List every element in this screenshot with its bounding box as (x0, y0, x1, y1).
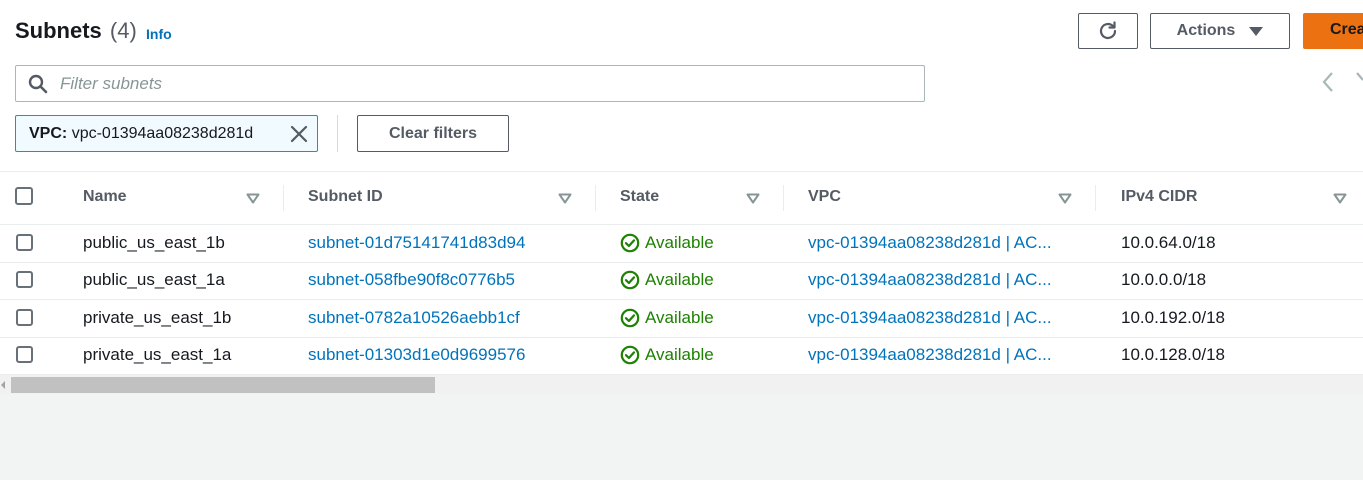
subnet-id-link[interactable]: subnet-01d75141741d83d94 (308, 233, 525, 253)
subnet-state-label: Available (645, 308, 714, 327)
vpc-link[interactable]: vpc-01394aa08238d281d | AC... (808, 345, 1072, 365)
row-checkbox[interactable] (16, 309, 33, 326)
subnet-state: Available (620, 308, 714, 328)
column-header-name[interactable]: Name (59, 172, 284, 224)
column-header-subnet-id-label: Subnet ID (308, 188, 383, 205)
ipv4-cidr: 10.0.192.0/18 (1121, 308, 1225, 327)
vpc-link[interactable]: vpc-01394aa08238d281d | AC... (808, 270, 1072, 290)
ipv4-cidr: 10.0.64.0/18 (1121, 233, 1216, 252)
info-link[interactable]: Info (146, 26, 172, 42)
page-title-text: Subnets (15, 18, 102, 43)
row-checkbox[interactable] (16, 271, 33, 288)
subnet-id-link[interactable]: subnet-0782a10526aebb1cf (308, 308, 520, 328)
column-header-subnet-id[interactable]: Subnet ID (284, 172, 596, 224)
subnet-state: Available (620, 270, 714, 290)
column-header-state-label: State (620, 188, 660, 205)
create-subnet-button[interactable]: Create subnet (1303, 13, 1363, 49)
subnet-state: Available (620, 233, 714, 253)
filter-divider (337, 115, 338, 152)
filter-token-text: VPC: vpc-01394aa08238d281d (29, 125, 253, 143)
subnet-name: public_us_east_1a (83, 270, 225, 289)
filter-token-key: VPC: (29, 125, 68, 142)
table-row[interactable]: public_us_east_1b subnet-01d75141741d83d… (0, 225, 1363, 263)
column-header-state[interactable]: State (596, 172, 784, 224)
actions-label: Actions (1176, 22, 1236, 39)
sort-down-icon (246, 193, 260, 204)
search-box (15, 65, 925, 102)
subnet-state-label: Available (645, 270, 714, 289)
column-header-vpc[interactable]: VPC (784, 172, 1096, 224)
check-circle-icon (620, 233, 640, 253)
check-circle-icon (620, 270, 640, 290)
select-all-checkbox[interactable] (15, 187, 33, 205)
chevron-right-icon[interactable] (1356, 70, 1363, 94)
subnet-id-link[interactable]: subnet-01303d1e0d9699576 (308, 345, 525, 365)
column-header-ipv4-cidr-label: IPv4 CIDR (1121, 188, 1198, 205)
sort-down-icon (1058, 193, 1072, 204)
table-row[interactable]: private_us_east_1a subnet-01303d1e0d9699… (0, 337, 1363, 375)
refresh-button[interactable] (1078, 13, 1138, 49)
clear-filters-button[interactable]: Clear filters (357, 115, 509, 152)
sort-down-icon (746, 193, 760, 204)
row-checkbox[interactable] (16, 346, 33, 363)
subnets-panel: Subnets (4) Info Actions Create subnet V… (0, 0, 1363, 394)
vpc-link[interactable]: vpc-01394aa08238d281d | AC... (808, 308, 1072, 328)
vpc-link[interactable]: vpc-01394aa08238d281d | AC... (808, 233, 1072, 253)
ipv4-cidr: 10.0.0.0/18 (1121, 270, 1207, 289)
chevron-left-icon[interactable] (1320, 70, 1336, 94)
column-header-vpc-label: VPC (808, 188, 841, 205)
search-icon (28, 74, 48, 94)
sort-down-icon (1333, 193, 1347, 204)
horizontal-scrollbar[interactable] (0, 375, 1363, 394)
table-row[interactable]: public_us_east_1a subnet-058fbe90f8c0776… (0, 262, 1363, 300)
ipv4-cidr: 10.0.128.0/18 (1121, 345, 1225, 364)
scroll-left-arrow-icon[interactable] (1, 381, 5, 389)
actions-button[interactable]: Actions (1150, 13, 1290, 49)
caret-down-icon (1249, 26, 1264, 36)
table-row[interactable]: private_us_east_1b subnet-0782a10526aebb… (0, 300, 1363, 338)
close-icon[interactable] (290, 125, 308, 143)
column-header-ipv4-cidr[interactable]: IPv4 CIDR (1096, 172, 1363, 224)
row-checkbox[interactable] (16, 234, 33, 251)
subnet-count: (4) (109, 18, 137, 43)
scrollbar-thumb[interactable] (11, 377, 435, 393)
subnet-state-label: Available (645, 233, 714, 252)
subnet-name: public_us_east_1b (83, 233, 225, 252)
check-circle-icon (620, 308, 640, 328)
refresh-icon (1099, 21, 1117, 40)
check-circle-icon (620, 345, 640, 365)
page-title: Subnets (4) (15, 18, 137, 44)
search-input[interactable] (60, 66, 910, 101)
subnet-name: private_us_east_1b (83, 308, 232, 327)
filter-token: VPC: vpc-01394aa08238d281d (15, 115, 318, 152)
subnet-name: private_us_east_1a (83, 345, 232, 364)
subnet-id-link[interactable]: subnet-058fbe90f8c0776b5 (308, 270, 515, 290)
subnet-state: Available (620, 345, 714, 365)
column-header-name-label: Name (83, 188, 127, 205)
subnet-state-label: Available (645, 345, 714, 364)
filter-token-value: vpc-01394aa08238d281d (71, 125, 254, 142)
sort-down-icon (558, 193, 572, 204)
